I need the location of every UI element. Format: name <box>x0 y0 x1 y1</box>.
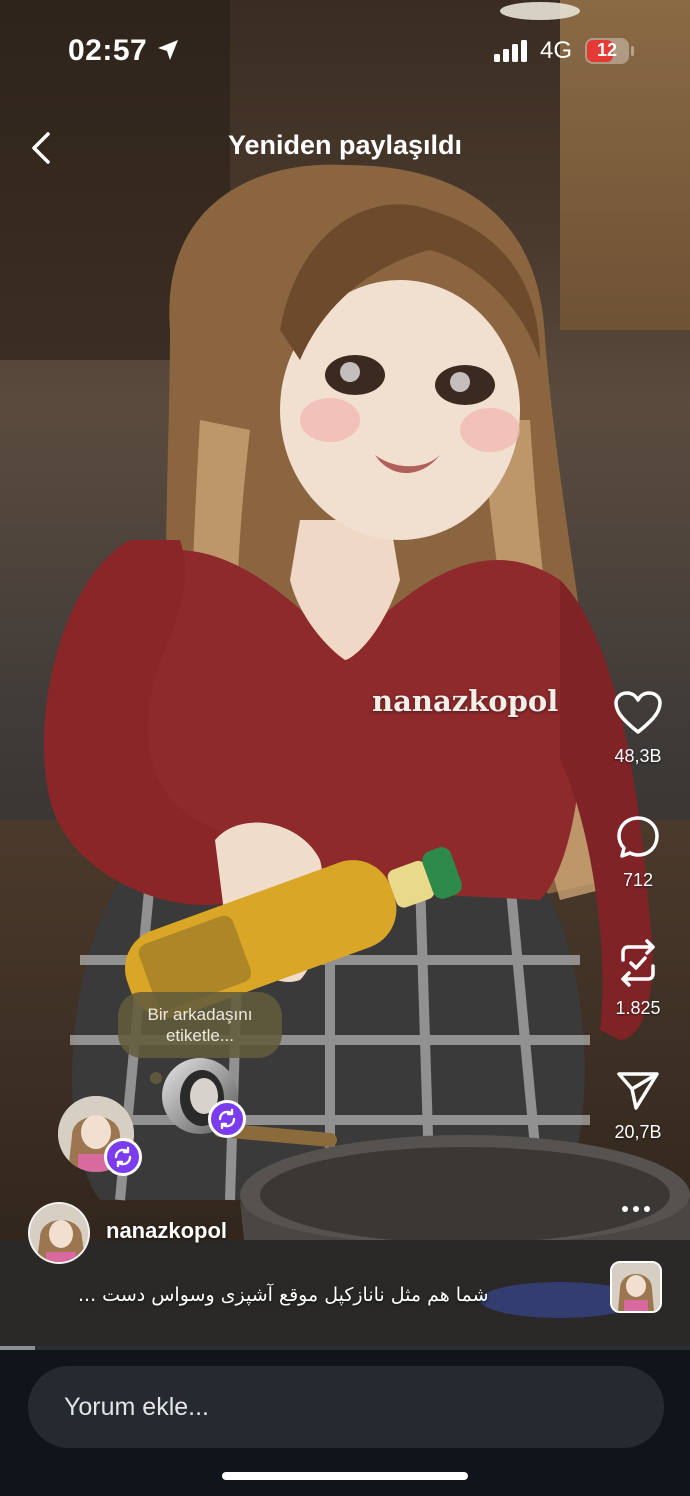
send-icon <box>617 1072 659 1110</box>
post-caption[interactable]: شما هم مثل نانازکپل موقع آشپزی وسواس دست… <box>78 1284 528 1306</box>
network-type: 4G <box>540 37 573 64</box>
status-time: 02:57 <box>68 34 148 67</box>
like-button[interactable]: 48,3B <box>598 690 678 767</box>
status-bar: 02:57 4G 12 <box>0 0 690 100</box>
tag-bubble-tail <box>150 1072 162 1084</box>
dot <box>644 1206 650 1212</box>
audio-cover-image <box>612 1263 660 1311</box>
battery-percent: 12 <box>596 40 618 60</box>
comment-count: 712 <box>622 870 654 890</box>
repost-icon <box>621 939 655 987</box>
repost-badge-icon <box>104 1138 142 1176</box>
tag-friend-prompt[interactable]: Bir arkadaşını etiketle... <box>118 992 282 1058</box>
like-count: 48,3B <box>614 746 662 766</box>
author-username[interactable]: nanazkopol <box>106 1218 227 1244</box>
comment-icon <box>617 816 659 858</box>
share-count: 20,7B <box>614 1122 662 1142</box>
battery-icon: 12 <box>585 38 629 64</box>
cellular-signal-icon <box>494 40 527 62</box>
heart-icon <box>614 691 662 734</box>
battery-cap <box>631 46 634 56</box>
dot <box>633 1206 639 1212</box>
author-avatar[interactable] <box>28 1202 90 1264</box>
more-options-button[interactable] <box>616 1196 656 1220</box>
dot <box>622 1206 628 1212</box>
page-title: Yeniden paylaşıldı <box>227 130 463 160</box>
repost-badge-icon <box>208 1100 246 1138</box>
comment-bar <box>0 1350 690 1496</box>
audio-thumbnail[interactable] <box>610 1261 662 1313</box>
location-arrow-icon <box>158 40 178 60</box>
repost-count: 1.825 <box>615 998 661 1018</box>
comment-input[interactable] <box>28 1366 664 1448</box>
comment-button[interactable]: 712 <box>598 814 678 891</box>
repost-button[interactable]: 1.825 <box>598 938 678 1019</box>
share-button[interactable]: 20,7B <box>598 1070 678 1143</box>
home-indicator <box>222 1472 468 1480</box>
video-watermark: nanazkopol <box>372 684 559 718</box>
